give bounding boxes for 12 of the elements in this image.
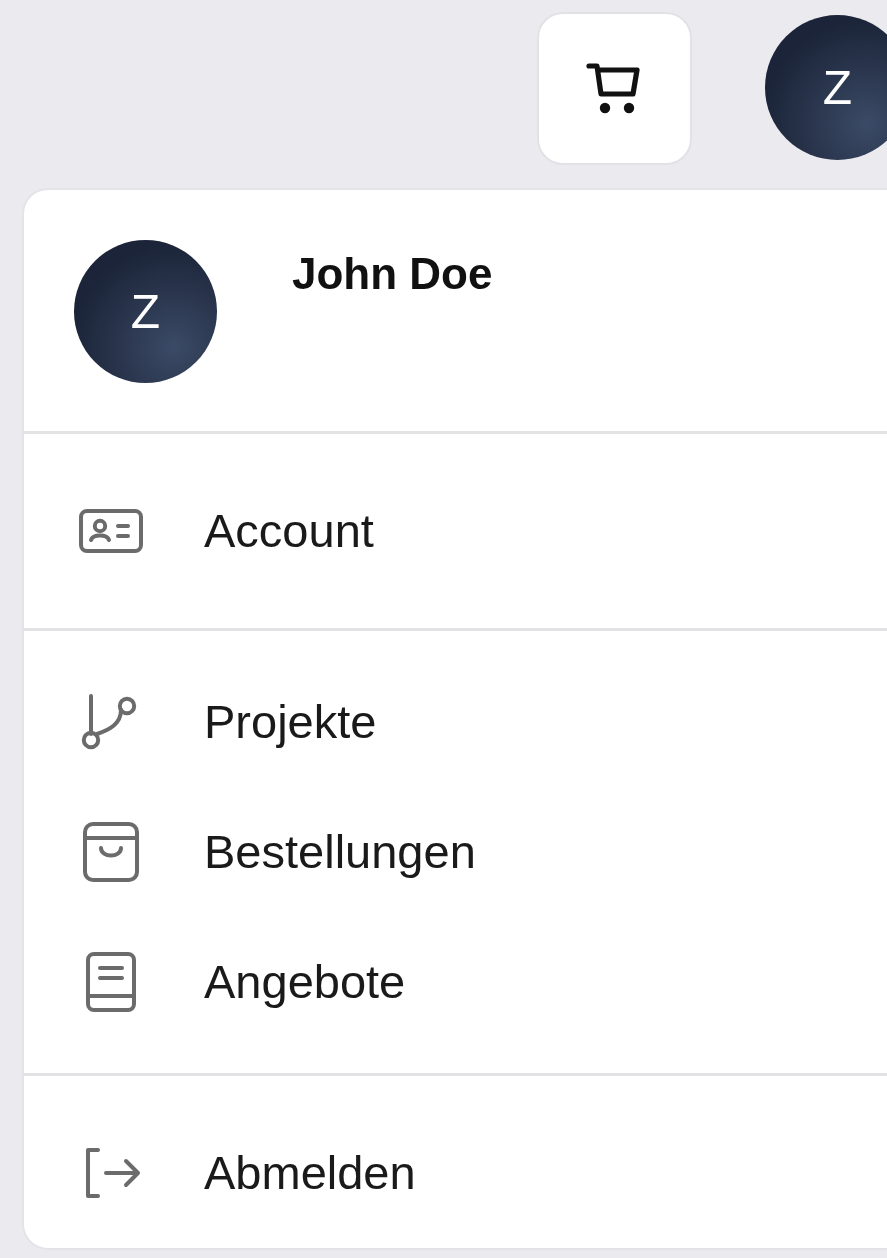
id-card-icon bbox=[78, 508, 144, 554]
menu-item[interactable]: Projekte bbox=[24, 657, 887, 787]
shopping-bag-icon bbox=[81, 820, 141, 884]
user-avatar: Z bbox=[74, 240, 217, 383]
user-name: John Doe bbox=[292, 248, 493, 300]
book-icon bbox=[84, 950, 138, 1014]
avatar-button[interactable]: Z bbox=[765, 15, 887, 160]
menu-item[interactable]: Abmelden bbox=[24, 1102, 887, 1244]
menu-item[interactable]: Angebote bbox=[24, 917, 887, 1047]
menu-item[interactable]: Bestellungen bbox=[24, 787, 887, 917]
cart-button[interactable] bbox=[537, 12, 692, 165]
menu-item[interactable]: Account bbox=[24, 460, 887, 602]
